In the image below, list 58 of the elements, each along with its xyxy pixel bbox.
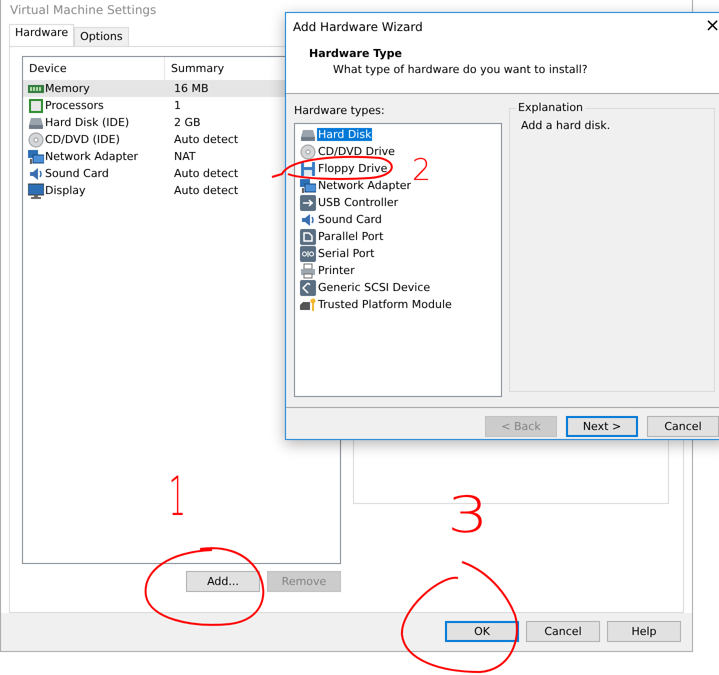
device-name: Processors — [45, 99, 104, 112]
tab[interactable]: Options — [74, 27, 129, 46]
list-item[interactable]: Printer — [317, 264, 356, 277]
annotation-number: 1 — [168, 470, 186, 524]
speaker-icon — [28, 166, 44, 182]
chip-key-icon — [300, 296, 316, 312]
list-label: Hardware types: — [294, 104, 386, 117]
device-name: Network Adapter — [45, 150, 138, 163]
column-header[interactable]: Summary — [165, 57, 224, 80]
list-item[interactable]: Sound Card — [317, 213, 383, 226]
annotation-number: 3 — [447, 490, 489, 540]
port-icon — [300, 246, 316, 262]
list-item[interactable]: CD/DVD Drive — [317, 145, 396, 158]
monitors-icon — [28, 148, 44, 164]
usb-icon — [300, 194, 316, 210]
list-item[interactable]: Floppy Drive — [317, 162, 388, 175]
speaker-icon — [300, 212, 316, 228]
disc-icon — [28, 132, 44, 148]
list-item[interactable]: Trusted Platform Module — [317, 298, 453, 311]
list-item[interactable]: Generic SCSI Device — [317, 281, 432, 294]
list-item[interactable]: USB Controller — [317, 196, 400, 209]
device-name: CD/DVD (IDE) — [45, 133, 120, 146]
wizard-heading: Hardware Type — [309, 47, 403, 60]
device-summary: 2 GB — [174, 116, 201, 129]
button[interactable]: Next > — [566, 416, 638, 437]
list-item[interactable]: Parallel Port — [317, 230, 384, 243]
annotation-number: 2 — [412, 156, 432, 186]
device-summary: 1 — [174, 99, 181, 112]
button[interactable]: OK — [445, 621, 519, 642]
button[interactable]: Cancel — [647, 416, 719, 437]
wizard-subtitle: What type of hardware do you want to install? — [332, 63, 589, 76]
list-item[interactable]: Network Adapter — [317, 179, 412, 192]
disc-icon — [300, 144, 316, 160]
tab[interactable]: Hardware — [9, 24, 74, 46]
printer-icon — [300, 262, 316, 278]
device-summary: Auto detect — [174, 167, 238, 180]
device-name: Hard Disk (IDE) — [45, 116, 130, 129]
port-icon — [300, 228, 316, 244]
device-summary: Auto detect — [174, 133, 238, 146]
device-summary: 16 MB — [174, 82, 209, 95]
device-summary: Auto detect — [174, 184, 238, 197]
device-name: Sound Card — [45, 167, 109, 180]
button[interactable]: Help — [607, 621, 681, 642]
explanation-text: Add a hard disk. — [521, 119, 610, 132]
list-item[interactable]: Hard Disk — [317, 128, 372, 141]
button[interactable]: Cancel — [526, 621, 600, 642]
device-summary: NAT — [174, 150, 196, 163]
monitors-icon — [300, 178, 316, 194]
window-title: Add Hardware Wizard — [293, 20, 423, 34]
list-item[interactable]: Serial Port — [317, 247, 376, 260]
device-name: Memory — [45, 82, 90, 95]
close-button[interactable]: × — [705, 16, 719, 36]
device-name: Display — [45, 184, 86, 197]
chip-icon — [28, 98, 44, 114]
button[interactable]: Add... — [186, 571, 260, 592]
monitor-icon — [28, 182, 44, 198]
group-title: Explanation — [516, 101, 586, 114]
window-title: Virtual Machine Settings — [10, 2, 156, 16]
